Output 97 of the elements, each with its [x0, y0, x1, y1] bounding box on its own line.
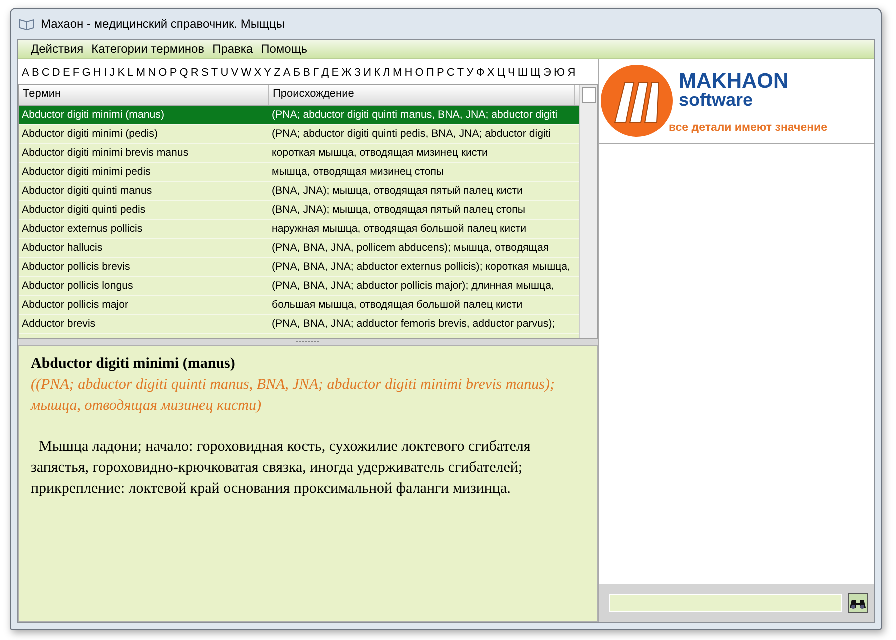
table-cell-text: короткая мышца, отводящая мизинец кисти: [271, 146, 489, 161]
article-text: Мышца ладони; начало: гороховидная кость, сухожилие локтевого сгибателя запястья, гороховидно-крючковатая связка, иногда удерживатель сгибателей; прикрепление: локтевой край основания проксимальной фаланги мизинца.: [31, 438, 532, 499]
logo-name: MAKHAON: [679, 72, 789, 92]
table-cell-text: Abductor digiti minimi (manus): [21, 108, 166, 123]
alphabet-letter[interactable]: V: [231, 67, 239, 79]
menu-item[interactable]: Правка: [210, 42, 256, 56]
alphabet-letter[interactable]: И: [364, 67, 372, 79]
alphabet-letter[interactable]: G: [82, 67, 91, 79]
table-cell-text: Abductor digiti minimi brevis manus: [21, 146, 190, 161]
article-title: Abductor digiti minimi (manus): [31, 355, 236, 374]
alphabet-letter[interactable]: S: [201, 67, 209, 79]
alphabet-letter[interactable]: Г: [313, 67, 320, 79]
alphabet-letter[interactable]: Ж: [342, 67, 352, 79]
alphabet-letter[interactable]: A: [22, 67, 30, 79]
table-cell-text: Abductor digiti quinti pedis: [21, 203, 147, 218]
alphabet-letter[interactable]: Н: [404, 67, 413, 79]
alphabet-letter[interactable]: Q: [180, 67, 188, 79]
alphabet-letter[interactable]: M: [136, 67, 146, 79]
alphabet-letter[interactable]: Ф: [476, 67, 485, 79]
alphabet-letter[interactable]: X: [254, 67, 262, 79]
alphabet-letter[interactable]: К: [374, 67, 381, 79]
table-cell-text: Abductor hallucis: [21, 241, 104, 256]
table-cell-text: (PNA, BNA, JNA, pollicem abducens); мышца, отводящая: [271, 241, 550, 256]
alphabet-letter[interactable]: Л: [383, 67, 390, 79]
alphabet-letter[interactable]: С: [446, 67, 455, 79]
alphabet-letter[interactable]: В: [303, 67, 310, 79]
table-cell-text: Abductor digiti minimi pedis: [21, 165, 152, 180]
alphabet-letter[interactable]: Ч: [508, 67, 516, 79]
alphabet-letter[interactable]: E: [62, 67, 70, 79]
alphabet-letter[interactable]: А: [283, 67, 291, 79]
table-cell-text: (PNA, BNA, JNA; abductor externus pollicis); короткая мышца,: [271, 260, 572, 275]
search-field[interactable]: [609, 594, 842, 612]
alphabet-letter[interactable]: Ц: [497, 67, 506, 79]
window-title: Махаон - медицинский справочник. Мыщцы: [41, 17, 285, 31]
alphabet-letter[interactable]: J: [110, 67, 116, 79]
table-cell-text: (PNA, BNA, JNA; abductor pollicis major); длинная мышца,: [271, 279, 556, 294]
alphabet-letter[interactable]: B: [32, 67, 40, 79]
alphabet-letter[interactable]: Щ: [530, 67, 541, 79]
table-cell-text: (PNA; abductor digiti quinti pedis, BNA, JNA; abductor digiti: [271, 127, 552, 142]
column-header[interactable]: Происхождение: [269, 85, 575, 105]
table-cell-text: (PNA; abductor digiti quinti manus, BNA, JNA; abductor digiti: [271, 108, 559, 123]
alphabet-letter[interactable]: Э: [544, 67, 552, 79]
table-cell-text: (BNA, JNA); мышца, отводящая пятый палец кисти: [271, 184, 524, 199]
alphabet-letter[interactable]: Ю: [554, 67, 566, 79]
alphabet-letter[interactable]: L: [128, 67, 134, 79]
alphabet-letter[interactable]: C: [42, 67, 50, 79]
alphabet-letter[interactable]: I: [104, 67, 107, 79]
alphabet-letter[interactable]: Р: [436, 67, 444, 79]
search-button[interactable]: [848, 593, 868, 613]
alphabet-letter[interactable]: N: [148, 67, 156, 79]
alphabet-letter[interactable]: U: [220, 67, 229, 79]
article-origin: ((PNA; abductor digiti quinti manus, BNA, JNA; abductor digiti minimi brevis manus); мышца, отводящая мизинец кисти): [31, 376, 556, 416]
alphabet-letter[interactable]: O: [158, 67, 168, 79]
table-cell-text: Adductor brevis: [21, 317, 97, 332]
alphabet-letter[interactable]: Е: [332, 67, 340, 79]
alphabet-letter[interactable]: Я: [568, 67, 576, 79]
column-header[interactable]: Термин: [19, 85, 269, 105]
alphabet-letter[interactable]: W: [241, 67, 252, 79]
alphabet-letter[interactable]: О: [415, 67, 424, 79]
alphabet-letter[interactable]: F: [72, 67, 80, 79]
scrollbar[interactable]: [579, 85, 597, 338]
splitter[interactable]: [18, 339, 598, 345]
book-icon: [19, 18, 35, 30]
table-cell-text: Abductor pollicis brevis: [21, 260, 132, 275]
alphabet-letter[interactable]: K: [118, 67, 126, 79]
alphabet-letter[interactable]: П: [426, 67, 434, 79]
alphabet-letter[interactable]: Ш: [518, 67, 528, 79]
alphabet-letter[interactable]: P: [170, 67, 178, 79]
alphabet-letter[interactable]: H: [93, 67, 102, 79]
table-cell-text: большая мышца, отводящая большой палец кисти: [271, 298, 524, 313]
table-cell-text: Abductor digiti minimi (pedis): [21, 127, 160, 142]
table-cell-text: Abductor digiti quinti manus: [21, 184, 154, 199]
logo-subtitle: software: [679, 92, 754, 108]
menu-item[interactable]: Помощь: [258, 42, 310, 56]
alphabet-letter[interactable]: Z: [274, 67, 281, 79]
alphabet-letter[interactable]: Т: [457, 67, 464, 79]
alphabet-letter[interactable]: D: [52, 67, 60, 79]
alphabet-letter[interactable]: Y: [264, 67, 272, 79]
alphabet-letter[interactable]: Х: [487, 67, 495, 79]
alphabet-letter[interactable]: М: [392, 67, 402, 79]
alphabet-letter[interactable]: У: [466, 67, 474, 79]
alphabet-letter[interactable]: З: [354, 67, 362, 79]
table-cell-text: Abductor pollicis major: [21, 298, 130, 313]
table-cell-text: мышца, отводящая мизинец стопы: [271, 165, 446, 180]
alphabet-letter[interactable]: T: [211, 67, 218, 79]
logo-slogan: все детали имеют значение: [669, 122, 828, 134]
alphabet-letter[interactable]: Б: [293, 67, 301, 79]
table-cell-text: (BNA, JNA); мышца, отводящая пятый палец стопы: [271, 203, 527, 218]
table-cell-text: (PNA, BNA, JNA; adductor femoris brevis, adductor parvus);: [271, 317, 556, 332]
alphabet-letter[interactable]: R: [190, 67, 199, 79]
menu-item[interactable]: Категории терминов: [88, 42, 208, 56]
table-cell-text: наружная мышца, отводящая большой палец кисти: [271, 222, 528, 237]
alphabet-letter[interactable]: Д: [322, 67, 330, 79]
table-row[interactable]: Abductor digiti minimi (manus) (PNA; abductor digiti quinti manus, BNA, JNA; abductor digiti: [19, 106, 579, 125]
table-cell-text: Abductor externus pollicis: [21, 222, 144, 237]
menu-item[interactable]: Действия: [28, 42, 87, 56]
table-cell-text: Abductor pollicis longus: [21, 279, 134, 294]
